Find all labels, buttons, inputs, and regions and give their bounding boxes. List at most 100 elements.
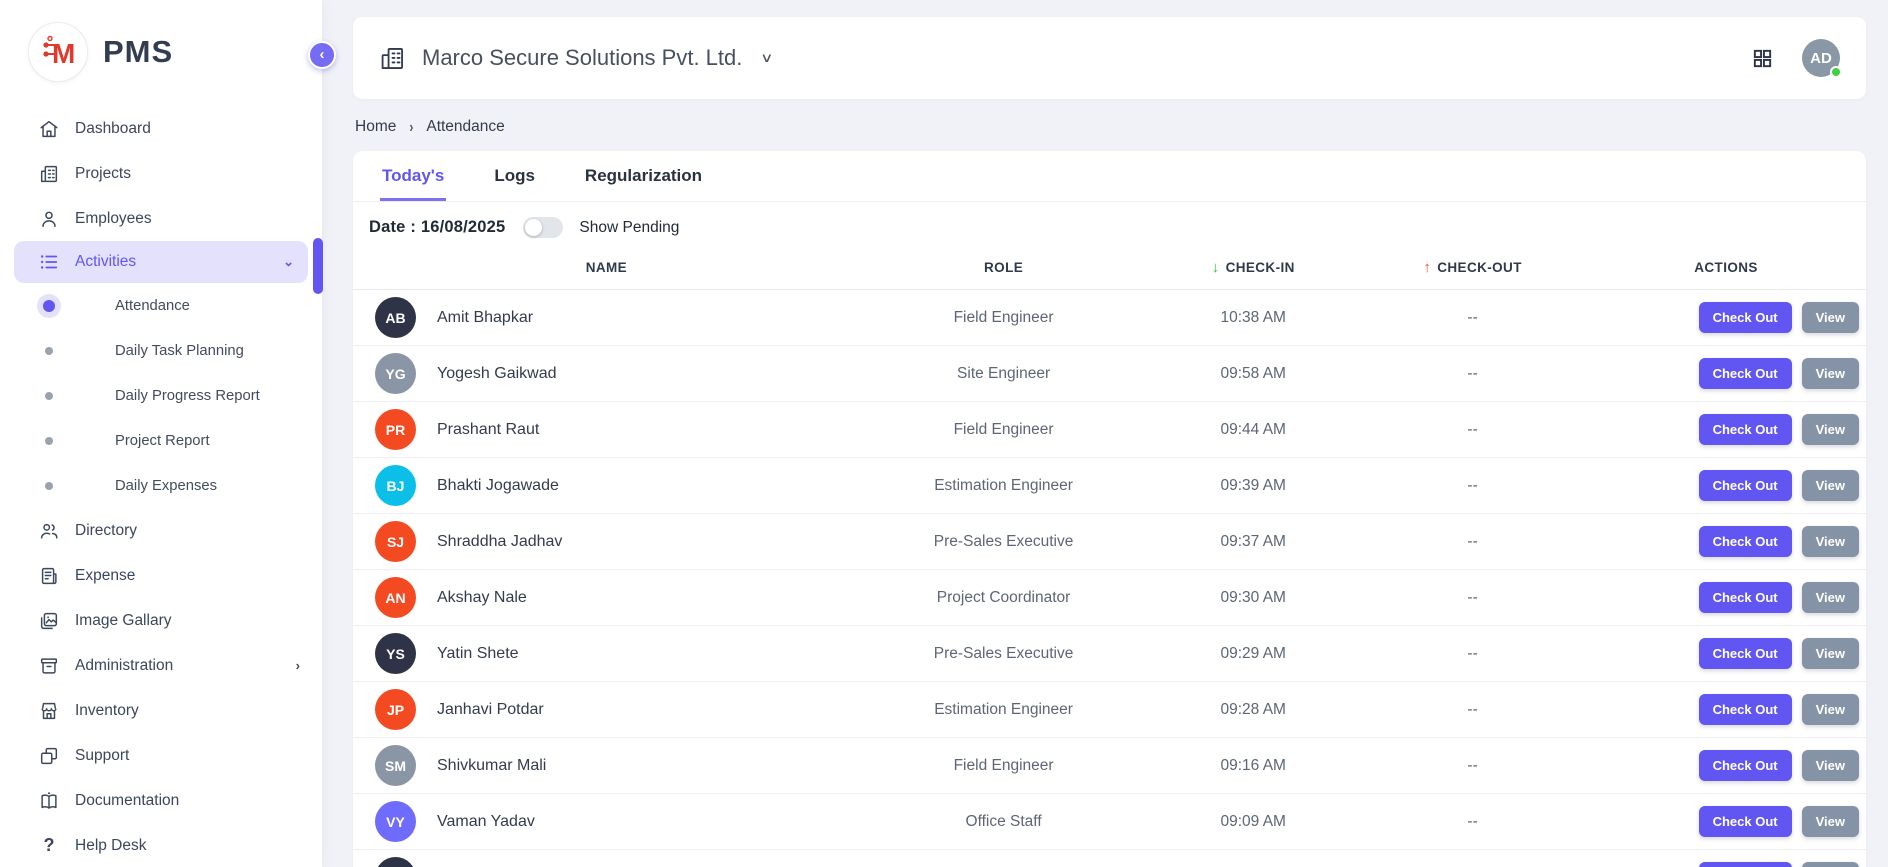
user-avatar[interactable]: AD [1802,39,1840,77]
check-out-button[interactable]: Check Out [1699,694,1792,725]
sidebar-subitem-label: Daily Task Planning [115,343,244,359]
tab-logs[interactable]: Logs [492,151,537,201]
sidebar-item-label: Inventory [75,702,139,720]
employee-role: Estimation Engineer [860,701,1147,719]
office-building-icon [379,45,406,72]
view-button[interactable]: View [1802,414,1859,445]
view-button[interactable]: View [1802,750,1859,781]
view-button[interactable]: View [1802,302,1859,333]
employee-role: Pre-Sales Executive [860,645,1147,663]
sidebar-item-projects[interactable]: Projects [0,151,322,196]
column-header-check-in[interactable]: ↓ CHECK-IN [1147,259,1359,276]
check-out-button[interactable]: Check Out [1699,302,1792,333]
dot-icon [38,392,60,400]
dot-icon [38,437,60,445]
show-pending-toggle[interactable] [523,217,563,238]
app-logo: M PMS [0,0,322,96]
employee-role: Field Engineer [860,757,1147,775]
check-out-button[interactable]: Check Out [1699,414,1792,445]
breadcrumb-home[interactable]: Home [355,118,396,136]
tab-todays[interactable]: Today's [380,151,446,201]
sidebar-item-documentation[interactable]: Documentation [0,778,322,823]
check-out-button[interactable]: Check Out [1699,526,1792,557]
breadcrumb: Home › Attendance [355,118,1866,136]
sidebar-subitem-attendance[interactable]: Attendance [0,283,322,328]
sidebar-item-dashboard[interactable]: Dashboard [0,106,322,151]
check-out-button[interactable]: Check Out [1699,862,1792,867]
column-header-role[interactable]: ROLE [860,260,1147,275]
check-out-button[interactable]: Check Out [1699,358,1792,389]
sidebar-subitem-daily-expenses[interactable]: Daily Expenses [0,463,322,508]
check-out-time: -- [1359,757,1586,775]
employee-avatar: PR [375,409,416,450]
employee-avatar: AN [375,577,416,618]
sidebar-item-help-desk[interactable]: ? Help Desk [0,823,322,867]
sidebar-item-inventory[interactable]: Inventory [0,688,322,733]
sidebar-item-support[interactable]: Support [0,733,322,778]
check-in-time: 09:30 AM [1147,589,1359,607]
building-icon [38,163,60,185]
view-button[interactable]: View [1802,526,1859,557]
sidebar-item-label: Projects [75,165,131,183]
check-out-time: -- [1359,589,1586,607]
sidebar-item-administration[interactable]: Administration › [0,643,322,688]
check-in-time: 09:28 AM [1147,701,1359,719]
attendance-card: Today's Logs Regularization Date : 16/08… [353,151,1866,867]
view-button[interactable]: View [1802,582,1859,613]
check-out-button[interactable]: Check Out [1699,806,1792,837]
chevron-down-icon: ∨ [760,50,773,66]
employee-role: Site Engineer [860,365,1147,383]
sidebar-item-activities[interactable]: Activities ⌄ [14,241,308,283]
sidebar-item-label: Administration [75,657,173,675]
sidebar-subitem-daily-task-planning[interactable]: Daily Task Planning [0,328,322,373]
sidebar-collapse-button[interactable]: ‹ [308,41,336,69]
sidebar-item-label: Expense [75,567,135,585]
sidebar-item-expense[interactable]: Expense [0,553,322,598]
employee-role: Field Engineer [860,309,1147,327]
sidebar-subitem-label: Attendance [115,298,190,314]
table-row: JP Janhavi Potdar Estimation Engineer 09… [353,682,1866,738]
view-button[interactable]: View [1802,862,1859,867]
sidebar-subitem-daily-progress-report[interactable]: Daily Progress Report [0,373,322,418]
table-row: SJ Shraddha Jadhav Pre-Sales Executive 0… [353,514,1866,570]
column-header-check-out[interactable]: ↑ CHECK-OUT [1359,259,1586,276]
apps-grid-icon[interactable] [1751,47,1774,70]
employee-role: Project Coordinator [860,589,1147,607]
table-row: Check Out View [353,850,1866,867]
sidebar-item-label: Support [75,747,129,765]
view-button[interactable]: View [1802,694,1859,725]
chevron-right-icon: › [409,118,413,136]
check-out-button[interactable]: Check Out [1699,470,1792,501]
question-mark-icon: ? [38,835,60,856]
sidebar-subitem-label: Daily Expenses [115,478,217,494]
list-icon [38,251,60,273]
tab-regularization[interactable]: Regularization [583,151,704,201]
employee-avatar: YG [375,353,416,394]
sidebar-item-employees[interactable]: Employees [0,196,322,241]
dot-icon [38,482,60,490]
sidebar-item-directory[interactable]: Directory [0,508,322,553]
sidebar-subitem-project-report[interactable]: Project Report [0,418,322,463]
company-selector[interactable]: Marco Secure Solutions Pvt. Ltd. ∨ [379,45,772,72]
check-out-button[interactable]: Check Out [1699,638,1792,669]
check-in-time: 09:39 AM [1147,477,1359,495]
home-icon [38,118,60,140]
main-area: Marco Secure Solutions Pvt. Ltd. ∨ AD Ho… [322,0,1888,867]
view-button[interactable]: View [1802,638,1859,669]
view-button[interactable]: View [1802,470,1859,501]
view-button[interactable]: View [1802,358,1859,389]
employee-name: Janhavi Potdar [437,701,544,719]
employee-name: Shraddha Jadhav [437,533,562,551]
sidebar-item-image-gallary[interactable]: Image Gallary [0,598,322,643]
table-row: AN Akshay Nale Project Coordinator 09:30… [353,570,1866,626]
check-out-button[interactable]: Check Out [1699,750,1792,781]
column-header-name[interactable]: NAME [353,260,860,275]
filter-row: Date : 16/08/2025 Show Pending [353,202,1866,246]
check-out-button[interactable]: Check Out [1699,582,1792,613]
check-in-time: 09:58 AM [1147,365,1359,383]
svg-text:M: M [52,38,75,69]
show-pending-label: Show Pending [579,219,679,237]
employee-name: Prashant Raut [437,421,539,439]
open-book-icon [38,790,60,812]
view-button[interactable]: View [1802,806,1859,837]
